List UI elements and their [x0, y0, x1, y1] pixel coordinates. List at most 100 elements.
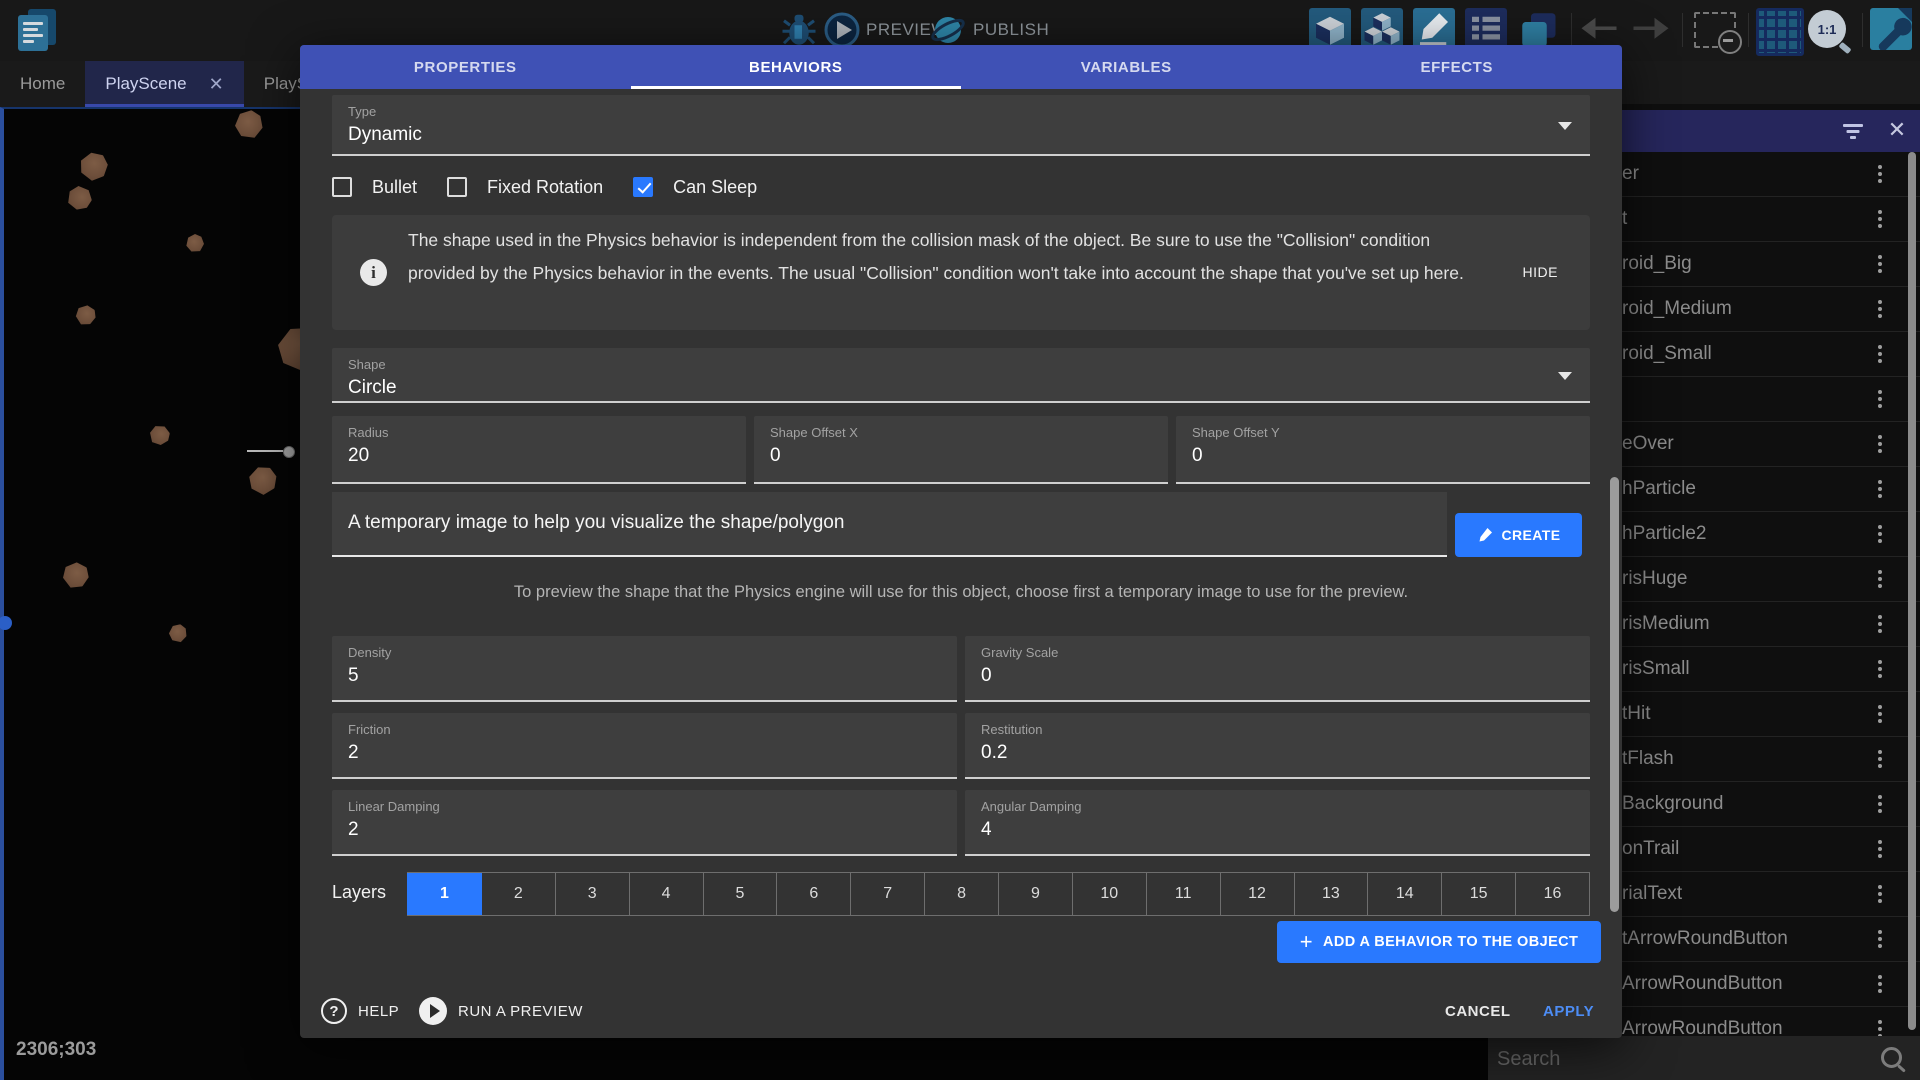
layer-button-5[interactable]: 5 — [704, 873, 778, 915]
tab-close-icon[interactable]: ✕ — [209, 74, 224, 95]
shape-select[interactable]: Shape Circle — [332, 348, 1590, 403]
preview-icon[interactable] — [824, 12, 860, 48]
object-name: hParticle2 — [1622, 512, 1707, 555]
item-menu-icon[interactable] — [1878, 525, 1882, 543]
dialog-tab-properties[interactable]: PROPERTIES — [300, 45, 631, 89]
layer-button-15[interactable]: 15 — [1442, 873, 1516, 915]
type-select[interactable]: Type Dynamic — [332, 95, 1590, 156]
item-menu-icon[interactable] — [1878, 390, 1882, 408]
item-menu-icon[interactable] — [1878, 975, 1882, 993]
create-button[interactable]: CREATE — [1455, 513, 1582, 557]
publish-icon[interactable] — [930, 12, 966, 48]
close-panel-icon[interactable]: ✕ — [1886, 119, 1908, 141]
field-value: 0 — [981, 665, 1590, 687]
tab-home[interactable]: Home — [0, 61, 85, 107]
field-friction[interactable]: Friction2 — [332, 713, 957, 779]
instances-list-icon[interactable] — [1465, 8, 1507, 50]
checkbox-icon[interactable] — [332, 177, 352, 197]
dialog-tab-behaviors[interactable]: BEHAVIORS — [631, 45, 962, 89]
layer-button-10[interactable]: 10 — [1073, 873, 1147, 915]
apply-button[interactable]: APPLY — [1543, 1003, 1594, 1020]
tab-playscene[interactable]: PlayScene✕ — [85, 61, 243, 107]
field-radius[interactable]: Radius20 — [332, 416, 746, 484]
layer-button-7[interactable]: 7 — [851, 873, 925, 915]
deselect-icon[interactable] — [1694, 12, 1736, 48]
layer-button-4[interactable]: 4 — [630, 873, 704, 915]
add-behavior-button[interactable]: + ADD A BEHAVIOR TO THE OBJECT — [1277, 921, 1601, 963]
checkbox-can-sleep[interactable]: Can Sleep — [633, 177, 757, 198]
dialog-tab-effects[interactable]: EFFECTS — [1292, 45, 1623, 89]
scene-properties-icon[interactable] — [1870, 8, 1912, 50]
layer-button-3[interactable]: 3 — [556, 873, 630, 915]
hide-button[interactable]: HIDE — [1523, 259, 1558, 286]
filter-icon[interactable] — [1842, 122, 1864, 140]
item-menu-icon[interactable] — [1878, 300, 1882, 318]
object-groups-icon[interactable] — [1361, 8, 1403, 50]
layer-button-9[interactable]: 9 — [999, 873, 1073, 915]
item-menu-icon[interactable] — [1878, 750, 1882, 768]
edit-pencil-icon[interactable] — [1413, 8, 1455, 50]
grid-icon[interactable] — [1756, 8, 1804, 56]
deselect-minus-icon — [1718, 30, 1742, 54]
project-manager-icon[interactable] — [14, 7, 60, 53]
checkbox-fixed-rotation[interactable]: Fixed Rotation — [447, 177, 603, 198]
dialog-scrollbar[interactable] — [1610, 477, 1619, 912]
debugger-icon[interactable] — [781, 10, 817, 48]
item-menu-icon[interactable] — [1878, 165, 1882, 183]
item-menu-icon[interactable] — [1878, 705, 1882, 723]
search-icon — [1881, 1047, 1902, 1068]
item-menu-icon[interactable] — [1878, 840, 1882, 858]
objects-editor-icon[interactable] — [1309, 8, 1351, 50]
layers-editor-icon[interactable] — [1517, 8, 1559, 50]
layer-button-16[interactable]: 16 — [1516, 873, 1590, 915]
dialog-tab-variables[interactable]: VARIABLES — [961, 45, 1292, 89]
layer-button-6[interactable]: 6 — [777, 873, 851, 915]
item-menu-icon[interactable] — [1878, 615, 1882, 633]
layer-button-1[interactable]: 1 — [407, 873, 482, 915]
publish-button[interactable]: PUBLISH — [973, 20, 1049, 40]
layer-button-8[interactable]: 8 — [925, 873, 999, 915]
search-input[interactable] — [1495, 1042, 1859, 1076]
dialog-tab-label: EFFECTS — [1420, 59, 1493, 76]
item-menu-icon[interactable] — [1878, 660, 1882, 678]
layer-button-11[interactable]: 11 — [1147, 873, 1221, 915]
field-shape-offset-y[interactable]: Shape Offset Y0 — [1176, 416, 1590, 484]
shape-value: Circle — [348, 377, 1590, 399]
dialog-tab-label: VARIABLES — [1081, 59, 1172, 76]
item-menu-icon[interactable] — [1878, 345, 1882, 363]
zoom-1-1-icon[interactable]: 1:1 — [1808, 10, 1846, 48]
field-restitution[interactable]: Restitution0.2 — [965, 713, 1590, 779]
undo-icon[interactable] — [1578, 14, 1620, 46]
layer-button-13[interactable]: 13 — [1295, 873, 1369, 915]
run-preview-icon[interactable] — [419, 997, 447, 1025]
layer-button-14[interactable]: 14 — [1368, 873, 1442, 915]
item-menu-icon[interactable] — [1878, 930, 1882, 948]
checkbox-icon[interactable] — [447, 177, 467, 197]
field-angular-damping[interactable]: Angular Damping4 — [965, 790, 1590, 856]
layer-button-12[interactable]: 12 — [1221, 873, 1295, 915]
help-icon[interactable]: ? — [321, 998, 347, 1024]
redo-icon[interactable] — [1630, 14, 1672, 46]
layer-button-2[interactable]: 2 — [482, 873, 556, 915]
panel-scrollbar[interactable] — [1908, 152, 1916, 1030]
item-menu-icon[interactable] — [1878, 570, 1882, 588]
item-menu-icon[interactable] — [1878, 795, 1882, 813]
field-shape-offset-x[interactable]: Shape Offset X0 — [754, 416, 1168, 484]
help-button[interactable]: HELP — [358, 1003, 399, 1020]
field-density[interactable]: Density5 — [332, 636, 957, 702]
field-label: Density — [348, 645, 957, 660]
item-menu-icon[interactable] — [1878, 885, 1882, 903]
temp-image-field[interactable]: A temporary image to help you visualize … — [332, 492, 1447, 557]
item-menu-icon[interactable] — [1878, 480, 1882, 498]
cancel-button[interactable]: CANCEL — [1445, 1003, 1511, 1020]
checkbox-icon[interactable] — [633, 177, 653, 197]
item-menu-icon[interactable] — [1878, 210, 1882, 228]
checkbox-bullet[interactable]: Bullet — [332, 177, 417, 198]
field-linear-damping[interactable]: Linear Damping2 — [332, 790, 957, 856]
field-gravity-scale[interactable]: Gravity Scale0 — [965, 636, 1590, 702]
run-preview-button[interactable]: RUN A PREVIEW — [458, 1003, 583, 1020]
shape-params-row: Radius20Shape Offset X0Shape Offset Y0 — [332, 416, 1590, 484]
object-name: hParticle — [1622, 467, 1696, 510]
item-menu-icon[interactable] — [1878, 255, 1882, 273]
item-menu-icon[interactable] — [1878, 435, 1882, 453]
